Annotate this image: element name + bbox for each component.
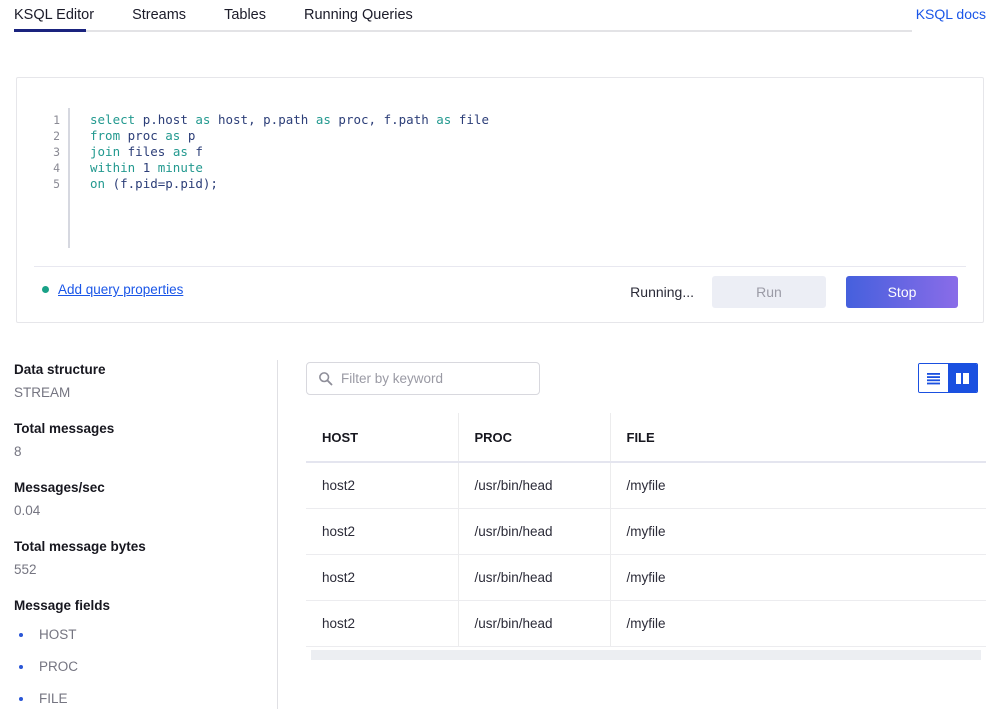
message-fields-title: Message fields bbox=[14, 598, 111, 613]
line-number: 5 bbox=[53, 177, 60, 191]
active-tab-indicator bbox=[14, 29, 86, 32]
table-view-button[interactable] bbox=[948, 364, 977, 392]
code-line-text: within 1 minute bbox=[90, 160, 203, 175]
sidebar-stat-label: Data structure bbox=[14, 362, 106, 377]
code-line-text: from proc as p bbox=[90, 128, 196, 143]
list-icon bbox=[927, 372, 940, 384]
table-cell: host2 bbox=[306, 554, 459, 601]
sidebar-stat-value: 8 bbox=[14, 444, 22, 459]
code-line-text: join files as f bbox=[90, 144, 203, 159]
sidebar-stat-value: 0.04 bbox=[14, 503, 41, 518]
tab-ksql-editor[interactable]: KSQL Editor bbox=[14, 4, 94, 26]
code-line: 5 on (f.pid=p.pid); bbox=[17, 176, 983, 192]
search-input[interactable] bbox=[341, 371, 521, 386]
results-table-body: host2/usr/bin/head/myfile host2/usr/bin/h… bbox=[306, 462, 986, 647]
table-cell: /myfile bbox=[610, 600, 986, 647]
results-table-head: HOST PROC FILE bbox=[306, 413, 986, 463]
sidebar-stat: Messages/sec 0.04 bbox=[14, 480, 276, 519]
list-view-button[interactable] bbox=[919, 364, 948, 392]
table-cell: host2 bbox=[306, 600, 459, 647]
table-header-file[interactable]: FILE bbox=[610, 413, 986, 463]
sidebar-stat-value: 552 bbox=[14, 562, 37, 577]
message-field-label: PROC bbox=[39, 659, 79, 674]
bullet-dot-icon bbox=[19, 696, 23, 701]
code-line: 3 join files as f bbox=[17, 144, 983, 160]
code-line: 2 from proc as p bbox=[17, 128, 983, 144]
table-header-row: HOST PROC FILE bbox=[306, 413, 986, 463]
sidebar-stats: Data structure STREAM Total messages 8 Messa… bbox=[14, 362, 276, 578]
line-number: 2 bbox=[53, 129, 60, 143]
table-cell: /usr/bin/head bbox=[458, 554, 611, 601]
code-editor[interactable]: 1 select p.host as host, p.path as proc, … bbox=[17, 78, 983, 258]
code-line-text: select p.host as host, p.path as proc, f… bbox=[90, 112, 489, 127]
message-field-label: HOST bbox=[39, 627, 77, 642]
message-fields-list: HOST PROC FILE bbox=[14, 627, 276, 706]
code-line: 1 select p.host as host, p.path as proc, … bbox=[17, 112, 983, 128]
run-button[interactable]: Run bbox=[712, 276, 826, 308]
add-query-properties-button[interactable]: Add query properties bbox=[42, 282, 183, 297]
line-number: 1 bbox=[53, 113, 60, 127]
add-query-properties-label: Add query properties bbox=[58, 282, 184, 297]
message-field-item: HOST bbox=[14, 627, 276, 642]
message-field-item: FILE bbox=[14, 691, 276, 706]
filter-search-box[interactable] bbox=[306, 362, 540, 395]
sidebar-stat-label: Total messages bbox=[14, 421, 115, 436]
view-mode-toggle bbox=[918, 363, 978, 393]
code-line: 4 within 1 minute bbox=[17, 160, 983, 176]
table-cell: /usr/bin/head bbox=[458, 462, 611, 509]
query-editor-card: 1 select p.host as host, p.path as proc, … bbox=[16, 77, 984, 323]
editor-footer: Add query properties Running... Run Stop bbox=[17, 266, 983, 322]
sidebar-stat: Data structure STREAM bbox=[14, 362, 276, 401]
table-cell: /myfile bbox=[610, 554, 986, 601]
code-line-text: on (f.pid=p.pid); bbox=[90, 176, 218, 191]
sidebar-divider bbox=[277, 360, 278, 709]
table-cell: /usr/bin/head bbox=[458, 508, 611, 555]
tabbar-baseline bbox=[14, 30, 912, 32]
columns-icon bbox=[956, 372, 969, 384]
table-cell: /usr/bin/head bbox=[458, 600, 611, 647]
table-row: host2/usr/bin/head/myfile bbox=[306, 508, 986, 555]
search-icon bbox=[318, 371, 333, 386]
stop-button[interactable]: Stop bbox=[846, 276, 958, 308]
table-header-host[interactable]: HOST bbox=[306, 413, 459, 463]
results-panel: HOSTPROCFILE host2/usr/bin/head/myfileho… bbox=[306, 362, 986, 709]
line-number: 3 bbox=[53, 145, 60, 159]
message-field-label: FILE bbox=[39, 691, 68, 706]
bullet-dot-icon bbox=[19, 664, 23, 669]
bullet-dot-icon bbox=[19, 632, 23, 637]
sidebar-stat: Total message bytes 552 bbox=[14, 539, 276, 578]
line-number: 4 bbox=[53, 161, 60, 175]
bullet-dot-icon bbox=[42, 286, 49, 293]
sidebar-stat-value: STREAM bbox=[14, 385, 71, 400]
table-cell: host2 bbox=[306, 462, 459, 509]
table-cell: host2 bbox=[306, 508, 459, 555]
message-field-item: PROC bbox=[14, 659, 276, 674]
code-lines: 1 select p.host as host, p.path as proc, … bbox=[17, 112, 983, 192]
horizontal-scrollbar[interactable] bbox=[311, 650, 981, 660]
results-table: HOST PROC FILE host2/usr/bin/head/myfile ho… bbox=[306, 413, 986, 647]
run-controls: Running... Run Stop bbox=[630, 276, 958, 308]
top-navigation: KSQL Editor Streams Tables Running Queries … bbox=[0, 0, 1000, 34]
sidebar-stat-label: Total message bytes bbox=[14, 539, 146, 554]
table-header-proc[interactable]: PROC bbox=[458, 413, 611, 463]
table-row: host2/usr/bin/head/myfile bbox=[306, 554, 986, 601]
table-cell: /myfile bbox=[610, 508, 986, 555]
query-status-label: Running... bbox=[630, 284, 694, 300]
tab-list: KSQL Editor Streams Tables Running Queries bbox=[14, 4, 451, 26]
tab-streams[interactable]: Streams bbox=[132, 4, 206, 26]
stream-info-sidebar: Data structure STREAM Total messages 8 Messa… bbox=[14, 362, 276, 709]
sidebar-stat-label: Messages/sec bbox=[14, 480, 105, 495]
tab-running-queries[interactable]: Running Queries bbox=[304, 4, 433, 26]
results-table-wrap: HOST PROC FILE host2/usr/bin/head/myfile ho… bbox=[306, 413, 986, 647]
ksql-docs-link[interactable]: KSQL docs bbox=[916, 6, 986, 22]
tab-tables[interactable]: Tables bbox=[224, 4, 286, 26]
table-row: host2/usr/bin/head/myfile bbox=[306, 600, 986, 647]
sidebar-stat: Total messages 8 bbox=[14, 421, 276, 460]
table-cell: /myfile bbox=[610, 462, 986, 509]
table-row: host2/usr/bin/head/myfile bbox=[306, 462, 986, 509]
